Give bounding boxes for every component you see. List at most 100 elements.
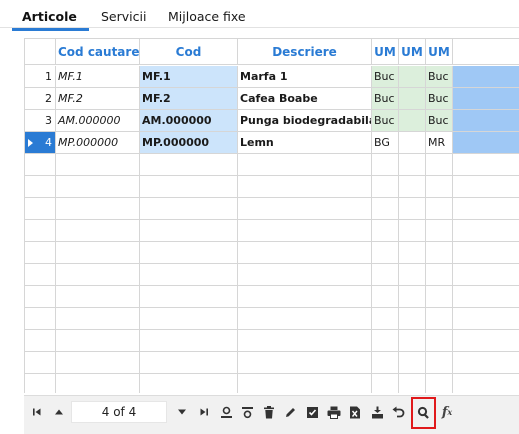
header-um-3[interactable]: UM — [426, 39, 453, 65]
cell-um-1[interactable]: Buc — [372, 88, 399, 109]
header-descriere[interactable]: Descriere — [238, 39, 372, 65]
empty-cell[interactable] — [25, 286, 56, 307]
cell-extra[interactable] — [453, 88, 519, 109]
cell-cod-cautare[interactable]: MP.000000 — [56, 132, 140, 153]
empty-cell[interactable] — [426, 308, 453, 329]
empty-cell[interactable] — [372, 330, 399, 351]
cell-um-1[interactable]: BG — [372, 132, 399, 153]
empty-cell[interactable] — [372, 352, 399, 373]
cell-cod-cautare[interactable]: MF.1 — [56, 66, 140, 87]
empty-cell[interactable] — [25, 242, 56, 263]
empty-cell[interactable] — [372, 220, 399, 241]
empty-cell[interactable] — [372, 176, 399, 197]
empty-cell[interactable] — [56, 176, 140, 197]
empty-cell[interactable] — [25, 198, 56, 219]
first-page-icon[interactable] — [30, 396, 44, 428]
empty-cell[interactable] — [56, 308, 140, 329]
delete-icon[interactable] — [261, 396, 277, 428]
cell-cod-cautare[interactable]: MF.2 — [56, 88, 140, 109]
empty-cell[interactable] — [25, 352, 56, 373]
empty-cell[interactable] — [453, 176, 519, 197]
empty-cell[interactable] — [399, 286, 426, 307]
empty-cell[interactable] — [426, 330, 453, 351]
header-cod[interactable]: Cod — [140, 39, 238, 65]
empty-table-row[interactable] — [25, 264, 519, 286]
table-row[interactable]: 2 MF.2 MF.2 Cafea Boabe Buc Buc — [25, 88, 519, 110]
empty-cell[interactable] — [399, 154, 426, 175]
empty-cell[interactable] — [140, 220, 238, 241]
cell-cod[interactable]: MF.1 — [140, 66, 238, 87]
empty-table-row[interactable] — [25, 330, 519, 352]
empty-cell[interactable] — [372, 242, 399, 263]
export-excel-icon[interactable] — [347, 396, 363, 428]
tab-servicii[interactable]: Servicii — [101, 9, 146, 27]
empty-cell[interactable] — [56, 220, 140, 241]
empty-cell[interactable] — [426, 176, 453, 197]
empty-cell[interactable] — [238, 374, 372, 393]
empty-cell[interactable] — [238, 198, 372, 219]
header-cod-cautare[interactable]: Cod cautare — [56, 39, 140, 65]
cell-cod[interactable]: MF.2 — [140, 88, 238, 109]
empty-cell[interactable] — [399, 176, 426, 197]
empty-cell[interactable] — [453, 220, 519, 241]
empty-cell[interactable] — [426, 154, 453, 175]
empty-cell[interactable] — [399, 220, 426, 241]
cell-um-2[interactable] — [399, 66, 426, 87]
cell-um-3[interactable]: MR — [426, 132, 453, 153]
empty-cell[interactable] — [25, 374, 56, 393]
empty-cell[interactable] — [372, 198, 399, 219]
insert-row-icon[interactable] — [239, 396, 255, 428]
cell-extra[interactable] — [453, 132, 519, 153]
empty-cell[interactable] — [238, 220, 372, 241]
empty-cell[interactable] — [453, 352, 519, 373]
empty-cell[interactable] — [372, 286, 399, 307]
next-page-icon[interactable] — [175, 396, 189, 428]
checklist-icon[interactable] — [304, 396, 320, 428]
empty-cell[interactable] — [56, 330, 140, 351]
empty-cell[interactable] — [453, 154, 519, 175]
empty-cell[interactable] — [399, 308, 426, 329]
empty-cell[interactable] — [372, 264, 399, 285]
empty-table-row[interactable] — [25, 374, 519, 393]
empty-cell[interactable] — [238, 330, 372, 351]
empty-cell[interactable] — [238, 264, 372, 285]
cell-um-3[interactable]: Buc — [426, 66, 453, 87]
empty-cell[interactable] — [453, 286, 519, 307]
empty-cell[interactable] — [238, 352, 372, 373]
cell-um-2[interactable] — [399, 88, 426, 109]
undo-icon[interactable] — [390, 396, 406, 428]
cell-cod[interactable]: AM.000000 — [140, 110, 238, 131]
empty-table-row[interactable] — [25, 242, 519, 264]
cell-cod-cautare[interactable]: AM.000000 — [56, 110, 140, 131]
add-record-icon[interactable] — [218, 396, 234, 428]
cell-um-3[interactable]: Buc — [426, 88, 453, 109]
empty-cell[interactable] — [56, 374, 140, 393]
empty-cell[interactable] — [372, 374, 399, 393]
empty-cell[interactable] — [140, 374, 238, 393]
empty-cell[interactable] — [399, 242, 426, 263]
empty-cell[interactable] — [56, 198, 140, 219]
empty-cell[interactable] — [399, 198, 426, 219]
empty-cell[interactable] — [56, 154, 140, 175]
previous-page-icon[interactable] — [52, 396, 66, 428]
empty-cell[interactable] — [25, 154, 56, 175]
empty-cell[interactable] — [372, 308, 399, 329]
empty-table-row[interactable] — [25, 286, 519, 308]
empty-cell[interactable] — [372, 154, 399, 175]
empty-table-row[interactable] — [25, 176, 519, 198]
empty-cell[interactable] — [453, 198, 519, 219]
cell-descriere[interactable]: Punga biodegradabila — [238, 110, 372, 131]
empty-cell[interactable] — [399, 374, 426, 393]
empty-cell[interactable] — [426, 352, 453, 373]
empty-cell[interactable] — [399, 330, 426, 351]
empty-cell[interactable] — [25, 330, 56, 351]
empty-cell[interactable] — [453, 308, 519, 329]
pager-indicator[interactable]: 4 of 4 — [71, 401, 167, 423]
empty-cell[interactable] — [453, 264, 519, 285]
cell-um-1[interactable]: Buc — [372, 110, 399, 131]
empty-cell[interactable] — [426, 286, 453, 307]
empty-cell[interactable] — [399, 352, 426, 373]
empty-cell[interactable] — [56, 352, 140, 373]
empty-cell[interactable] — [140, 154, 238, 175]
formula-icon[interactable]: fx — [438, 396, 456, 428]
